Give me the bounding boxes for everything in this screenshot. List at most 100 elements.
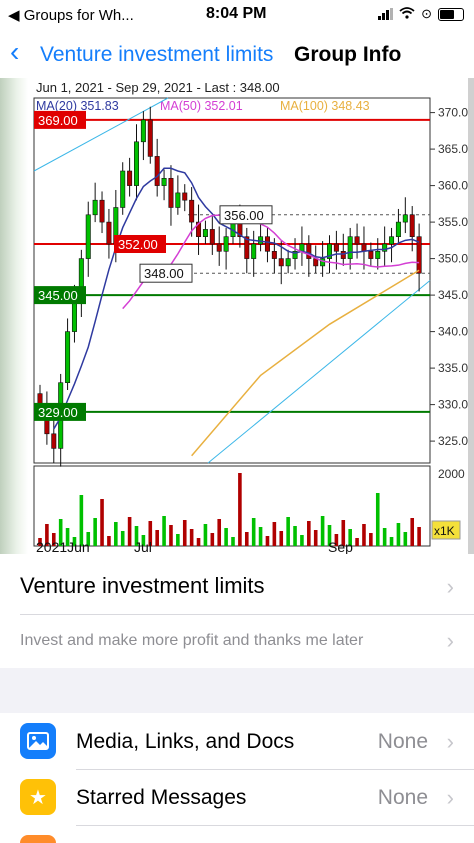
group-name[interactable]: Venture investment limits — [20, 573, 265, 599]
candle — [51, 433, 57, 449]
candle — [209, 229, 215, 245]
volume-bar — [389, 537, 394, 546]
volume-bar — [114, 522, 118, 546]
price-tag-label: 329.00 — [38, 405, 78, 420]
candle — [395, 221, 401, 238]
multiplier-label: x1K — [434, 524, 455, 538]
volume-bar — [238, 473, 242, 546]
price-tag-label: 348.00 — [144, 266, 184, 281]
volume-bar — [300, 535, 304, 546]
volume-tick-label: 2000 — [438, 467, 465, 481]
volume-bar — [120, 531, 125, 546]
y-tick-label: 360.0 — [438, 179, 468, 193]
price-tag-label: 356.00 — [224, 208, 264, 223]
candle — [92, 199, 98, 216]
chevron-right-icon[interactable]: › — [447, 574, 454, 600]
volume-bar — [396, 523, 401, 546]
price-tag-label: 345.00 — [38, 288, 78, 303]
candle — [154, 156, 160, 186]
candle — [354, 236, 360, 245]
candle — [140, 119, 146, 143]
divider — [20, 614, 474, 615]
candle — [223, 236, 229, 252]
chevron-right-icon: › — [446, 785, 454, 810]
candle — [147, 119, 153, 157]
candle — [299, 243, 305, 252]
volume-bar — [382, 528, 387, 546]
group-info-section: Venture investment limits › Invest and m… — [0, 554, 474, 668]
status-time: 8:04 PM — [206, 5, 267, 22]
candle — [168, 178, 174, 208]
photo-edge — [468, 78, 474, 554]
back-button[interactable]: Venture investment limits — [40, 43, 273, 67]
candle — [347, 236, 353, 259]
candle — [71, 302, 77, 332]
partial-list-icon — [20, 835, 56, 843]
orientation-lock-icon: ⊙ — [421, 6, 432, 21]
wifi-icon — [399, 6, 415, 22]
volume-bar — [320, 516, 325, 546]
candle — [361, 243, 367, 252]
volume-bar — [375, 493, 380, 546]
page-title: Group Info — [294, 43, 402, 66]
y-tick-label: 345.0 — [438, 288, 468, 302]
volume-bar — [410, 518, 415, 546]
candle — [182, 192, 188, 201]
candle — [251, 243, 257, 259]
candle — [278, 258, 284, 267]
volume-bar — [127, 517, 132, 546]
divider — [76, 769, 474, 770]
candle — [202, 229, 208, 237]
nav-bar: ‹ Venture investment limits Group Info — [0, 30, 474, 79]
candle — [306, 243, 312, 259]
y-tick-label: 330.0 — [438, 398, 468, 412]
candle — [333, 243, 339, 252]
volume-bar — [403, 532, 408, 546]
group-description[interactable]: Invest and make more profit and thanks m… — [20, 632, 363, 650]
volume-bar — [155, 530, 159, 546]
candle — [134, 141, 140, 186]
volume-bar — [196, 538, 201, 546]
volume-bar — [169, 525, 173, 546]
volume-bar — [203, 524, 208, 546]
y-tick-label: 365.0 — [438, 142, 468, 156]
starred-count: None — [377, 786, 428, 809]
x-tick-label: Sep — [328, 539, 353, 554]
volume-bar — [258, 527, 263, 546]
candle — [368, 251, 374, 259]
media-count: None — [377, 730, 428, 753]
group-photo[interactable]: Jun 1, 2021 - Sep 29, 2021 - Last : 348.… — [0, 78, 474, 610]
volume-bar — [265, 536, 270, 546]
volume-bar — [176, 534, 180, 546]
volume-bar — [189, 529, 194, 546]
volume-bar — [369, 533, 373, 546]
volume-bar — [100, 499, 104, 546]
volume-bar — [224, 528, 228, 546]
volume-bar — [251, 518, 256, 546]
volume-bar — [313, 530, 318, 546]
x-tick-label: Jul — [134, 539, 152, 554]
volume-bar — [417, 527, 421, 546]
candle — [175, 192, 181, 208]
volume-bar — [107, 536, 111, 546]
volume-bar — [355, 538, 359, 546]
back-to-app-link[interactable]: ◀ Groups for Wh... — [8, 6, 134, 24]
back-chevron-icon[interactable]: ‹ — [10, 38, 19, 66]
volume-bar — [182, 520, 187, 546]
candle — [65, 331, 71, 384]
candle — [120, 170, 126, 208]
volume-bar — [244, 532, 249, 546]
y-tick-label: 340.0 — [438, 325, 468, 339]
starred-messages-label: Starred Messages — [76, 786, 247, 809]
battery-icon — [438, 7, 464, 21]
volume-bar — [279, 531, 284, 546]
x-tick-label: 2021Jun — [36, 539, 90, 554]
price-tag-label: 352.00 — [118, 237, 158, 252]
volume-bar — [210, 533, 215, 546]
candle — [375, 251, 381, 259]
chevron-right-icon[interactable]: › — [447, 628, 454, 654]
y-tick-label: 370.0 — [438, 106, 468, 120]
volume-bar — [293, 526, 297, 546]
status-bar: ◀ Groups for Wh... 8:04 PM ⊙ — [0, 0, 474, 30]
photo-blur-edge — [0, 78, 28, 554]
